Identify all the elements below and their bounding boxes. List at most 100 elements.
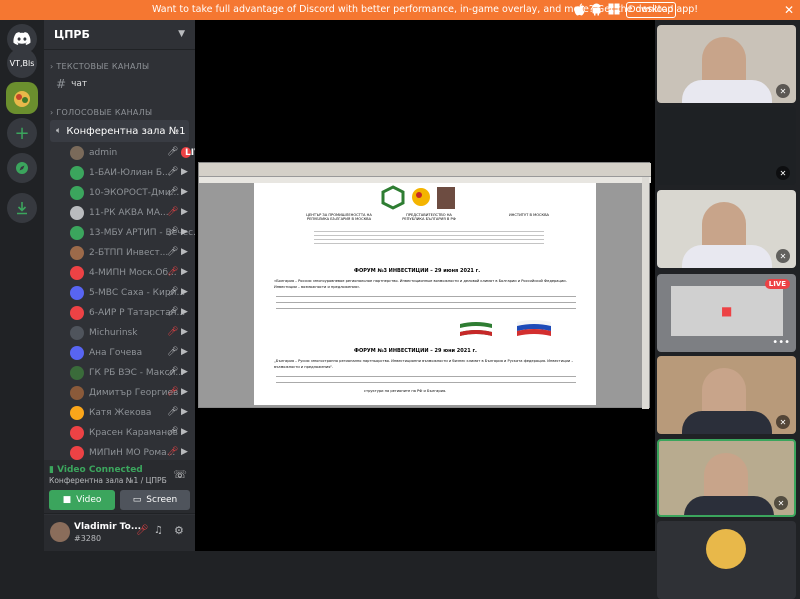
screen-share-button[interactable]: ▭ Screen <box>120 490 190 510</box>
hash-icon: # <box>56 77 67 91</box>
camera-icon: ▶ <box>181 387 188 397</box>
avatar <box>70 386 84 400</box>
android-icon[interactable] <box>591 3 603 16</box>
voice-user-name: 11-РК АКВА МА... <box>89 208 169 218</box>
more-icon[interactable]: ••• <box>772 337 790 348</box>
avatar <box>70 366 84 380</box>
download-button[interactable]: Download <box>626 2 676 18</box>
server-rail: VT,Bls + <box>0 20 44 551</box>
word-toolbar <box>199 163 651 177</box>
camera-icon: ▶ <box>181 327 188 337</box>
camera-icon: ▶ <box>181 187 188 197</box>
voice-user[interactable]: 4-МИПН Моск.Об... 🎤︎ ▶ <box>44 263 195 283</box>
mic-muted-icon: ✕ <box>776 166 790 180</box>
scrollbar <box>642 177 649 409</box>
voice-user[interactable]: 2-БТПП Инвест... 🎤︎ ▶ <box>44 243 195 263</box>
video-button[interactable]: ■ Video <box>49 490 115 510</box>
mic-muted-icon: 🎤︎ <box>167 267 179 277</box>
camera-icon: ▶ <box>181 407 188 417</box>
mic-muted-icon: 🎤︎ <box>167 167 179 177</box>
download-apps-icon[interactable] <box>7 193 37 223</box>
voice-user[interactable]: 5-МВС Саха - Кири... 🎤︎ ▶ <box>44 283 195 303</box>
voice-user[interactable]: 6-АИР Р Татарстан... 🎤︎ ▶ <box>44 303 195 323</box>
live-badge: LIVE <box>764 279 790 289</box>
camera-icon: ■ <box>721 304 733 318</box>
windows-icon[interactable] <box>608 3 620 16</box>
mic-muted-icon[interactable]: 🎤︎ <box>136 525 149 536</box>
participant-tile[interactable]: ✕ <box>657 107 796 185</box>
explore-servers-icon[interactable] <box>7 153 37 183</box>
camera-icon: ▶ <box>181 167 188 177</box>
voice-user-name: Ана Гочева <box>89 348 143 358</box>
avatar[interactable] <box>50 522 70 542</box>
voice-user[interactable]: 11-РК АКВА МА... 🎤︎ ▶ <box>44 203 195 223</box>
voice-user[interactable]: Ана Гочева 🎤︎ ▶ <box>44 343 195 363</box>
avatar <box>70 226 84 240</box>
mic-muted-icon: 🎤︎ <box>167 347 179 357</box>
camera-icon: ▶ <box>181 287 188 297</box>
server-name: ЦПРБ <box>54 28 90 41</box>
user-name: Vladimir To... <box>74 522 142 532</box>
footer-text-bg: структури на регионите на РФ и България. <box>364 389 447 393</box>
participant-tile[interactable] <box>657 521 796 599</box>
voice-user-name: Michurinsk <box>89 328 138 338</box>
voice-user[interactable]: ГК РБ ВЭС - Макси... 🎤︎ ▶ <box>44 363 195 383</box>
disconnect-icon[interactable]: ☏ <box>173 468 187 481</box>
mic-muted-icon: 🎤︎ <box>167 387 179 397</box>
mic-muted-icon: 🎤︎ <box>167 367 179 377</box>
voice-user-name: Димитър Георгиев <box>89 388 179 398</box>
participant-body <box>682 80 772 103</box>
screen-share-stream[interactable]: ЦЕНТЪР ЗА ПРОМИШЛЕНОСТТА НА РЕПУБЛИКА БЪ… <box>198 162 651 409</box>
channel-chat[interactable]: # чат <box>44 74 195 94</box>
camera-icon: ▶ <box>181 367 188 377</box>
server-vtbls[interactable]: VT,Bls <box>7 48 37 78</box>
flag-tatarstan-icon <box>460 322 492 336</box>
voice-user[interactable]: 13-МБУ АРТИП - Вечес... 🎤︎ ▶ <box>44 223 195 243</box>
participant-tile[interactable]: ✕ <box>657 356 796 434</box>
camera-icon: ▶ <box>181 207 188 217</box>
close-banner-icon[interactable]: ✕ <box>784 3 794 17</box>
category-voice-channels[interactable]: › ГОЛОСОВЫЕ КАНАЛЫ <box>44 106 195 120</box>
voice-channel-conference[interactable]: 🔈︎ Конферентна зала №1 <box>50 120 189 142</box>
apple-icon[interactable] <box>574 3 586 16</box>
avatar <box>70 206 84 220</box>
forum-title-bg: ФОРУМ №3 ИНВЕСТИЦИИ – 29 юни 2021 г. <box>354 348 477 354</box>
voice-user-name: 4-МИПН Моск.Об... <box>89 268 177 278</box>
gear-icon[interactable]: ⚙ <box>174 524 184 537</box>
participant-tile[interactable]: ✕ <box>657 439 796 517</box>
voice-user[interactable]: Красен Караманов 🎤︎ ▶ <box>44 423 195 443</box>
camera-icon: ▶ <box>181 447 188 457</box>
avatar <box>70 346 84 360</box>
voice-user[interactable]: 1-БАИ-Юлиан Б... 🎤︎ ▶ <box>44 163 195 183</box>
voice-location-link[interactable]: Конферентна зала №1 / ЦПРБ <box>49 476 167 485</box>
voice-user[interactable]: Michurinsk 🎤︎ ▶ <box>44 323 195 343</box>
camera-icon: ▶ <box>181 307 188 317</box>
voice-user-name: admin <box>89 148 118 158</box>
voice-user-name: Катя Жекова <box>89 408 152 418</box>
category-text-channels[interactable]: › ТЕКСТОВЫЕ КАНАЛЫ <box>44 60 195 74</box>
download-banner: Want to take full advantage of Discord w… <box>0 0 800 20</box>
server-cprb-icon[interactable] <box>6 82 38 114</box>
mic-muted-icon: 🎤︎ <box>167 327 179 337</box>
screen-icon: ▭ <box>132 495 142 505</box>
avatar <box>70 146 84 160</box>
camera-icon: ▶ <box>181 247 188 257</box>
voice-user-name: 2-БТПП Инвест... <box>89 248 169 258</box>
voice-connection-panel: ▮ Video Connected Конферентна зала №1 / … <box>44 460 195 514</box>
voice-user[interactable]: 10-ЭКОРОСТ-Дми... 🎤︎ ▶ <box>44 183 195 203</box>
participant-tile[interactable]: ✕ <box>657 25 796 103</box>
participant-grid: ✕ ✕ ✕ LIVE ■ ••• ✕ ✕ <box>655 20 800 599</box>
server-header[interactable]: ЦПРБ ▼ <box>44 20 195 50</box>
headphones-icon[interactable]: ♫ <box>154 525 163 536</box>
avatar <box>70 326 84 340</box>
voice-user[interactable]: admin 🎤︎LIVE <box>44 143 195 163</box>
voice-user-list: admin🎤︎LIVE1-БАИ-Юлиан Б...🎤︎▶10-ЭКОРОСТ… <box>44 143 195 463</box>
participant-tile[interactable]: LIVE ■ ••• <box>657 274 796 352</box>
avatar <box>70 266 84 280</box>
voice-user[interactable]: Катя Жекова 🎤︎ ▶ <box>44 403 195 423</box>
participant-tile[interactable]: ✕ <box>657 190 796 268</box>
mic-muted-icon: 🎤︎ <box>167 247 179 257</box>
voice-user[interactable]: Димитър Георгиев 🎤︎ ▶ <box>44 383 195 403</box>
add-server-icon[interactable]: + <box>7 118 37 148</box>
mic-muted-icon: ✕ <box>774 496 788 510</box>
